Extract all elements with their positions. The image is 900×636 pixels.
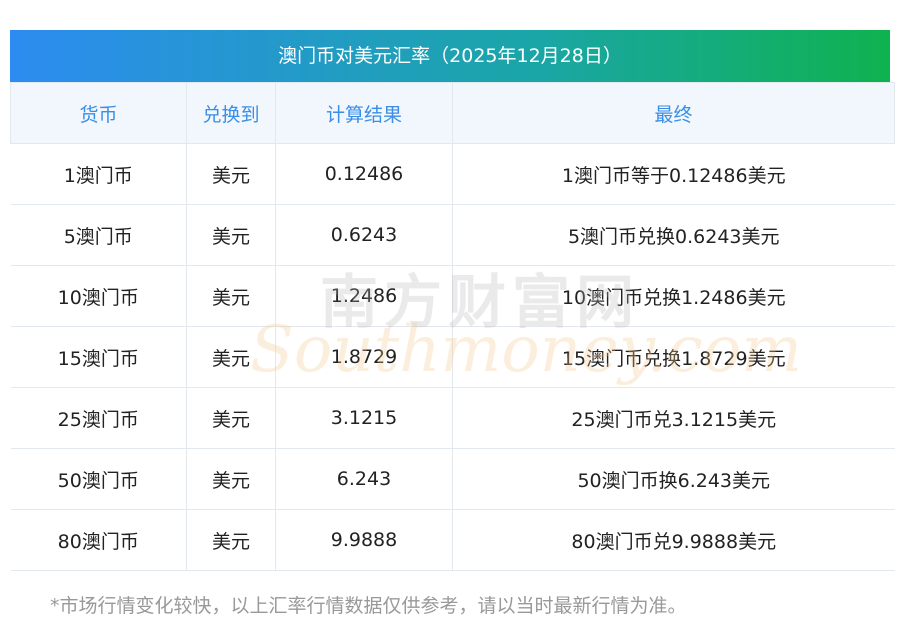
cell-final: 1澳门币等于0.12486美元 <box>452 143 895 205</box>
cell-result: 3.1215 <box>275 387 453 449</box>
table-row: 15澳门币 美元 1.8729 15澳门币兑换1.8729美元 <box>10 326 895 388</box>
cell-result: 1.8729 <box>275 326 453 388</box>
cell-final: 5澳门币兑换0.6243美元 <box>452 204 895 266</box>
cell-result: 6.243 <box>275 448 453 510</box>
cell-final: 10澳门币兑换1.2486美元 <box>452 265 895 327</box>
cell-target: 美元 <box>186 265 276 327</box>
cell-currency: 50澳门币 <box>10 448 187 510</box>
cell-final: 80澳门币兑9.9888美元 <box>452 509 895 571</box>
cell-result: 0.12486 <box>275 143 453 205</box>
disclaimer-footnote: *市场行情变化较快，以上汇率行情数据仅供参考，请以当时最新行情为准。 <box>50 595 687 617</box>
cell-target: 美元 <box>186 448 276 510</box>
table-title: 澳门币对美元汇率（2025年12月28日） <box>10 30 890 82</box>
cell-target: 美元 <box>186 509 276 571</box>
header-currency: 货币 <box>10 82 187 144</box>
header-final: 最终 <box>452 82 895 144</box>
header-convert-to: 兑换到 <box>186 82 276 144</box>
cell-result: 1.2486 <box>275 265 453 327</box>
table-row: 50澳门币 美元 6.243 50澳门币换6.243美元 <box>10 448 895 510</box>
cell-currency: 15澳门币 <box>10 326 187 388</box>
cell-currency: 1澳门币 <box>10 143 187 205</box>
table-row: 1澳门币 美元 0.12486 1澳门币等于0.12486美元 <box>10 143 895 205</box>
cell-result: 0.6243 <box>275 204 453 266</box>
table-row: 25澳门币 美元 3.1215 25澳门币兑3.1215美元 <box>10 387 895 449</box>
table-row: 80澳门币 美元 9.9888 80澳门币兑9.9888美元 <box>10 509 895 571</box>
table-row: 10澳门币 美元 1.2486 10澳门币兑换1.2486美元 <box>10 265 895 327</box>
cell-target: 美元 <box>186 387 276 449</box>
table-header-row: 货币 兑换到 计算结果 最终 <box>10 82 895 144</box>
cell-result: 9.9888 <box>275 509 453 571</box>
cell-target: 美元 <box>186 204 276 266</box>
cell-target: 美元 <box>186 326 276 388</box>
cell-currency: 10澳门币 <box>10 265 187 327</box>
cell-final: 50澳门币换6.243美元 <box>452 448 895 510</box>
cell-final: 25澳门币兑3.1215美元 <box>452 387 895 449</box>
exchange-rate-table: 货币 兑换到 计算结果 最终 1澳门币 美元 0.12486 1澳门币等于0.1… <box>10 82 895 571</box>
cell-target: 美元 <box>186 143 276 205</box>
cell-currency: 25澳门币 <box>10 387 187 449</box>
rate-table-card: 澳门币对美元汇率（2025年12月28日） 货币 兑换到 计算结果 最终 1澳门… <box>10 30 895 571</box>
cell-final: 15澳门币兑换1.8729美元 <box>452 326 895 388</box>
table-row: 5澳门币 美元 0.6243 5澳门币兑换0.6243美元 <box>10 204 895 266</box>
cell-currency: 5澳门币 <box>10 204 187 266</box>
header-result: 计算结果 <box>275 82 453 144</box>
cell-currency: 80澳门币 <box>10 509 187 571</box>
